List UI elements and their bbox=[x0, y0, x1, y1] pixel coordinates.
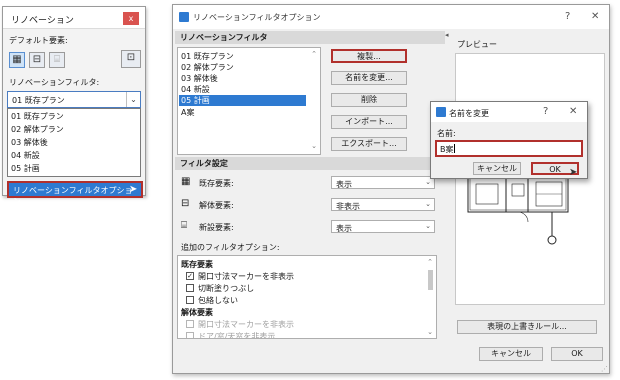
existing-group-header: 既存要素 bbox=[181, 260, 213, 269]
chevron-down-icon[interactable]: ⌄ bbox=[126, 92, 140, 107]
renovation-palette: リノベーション x デフォルト要素: ▦ ⊟ ⌸ ⊡ リノベーションフィルタ: … bbox=[2, 6, 146, 206]
existing-elements-icon[interactable]: ▦ bbox=[9, 52, 25, 68]
rename-titlebar: 名前を変更 ? ✕ bbox=[431, 102, 587, 122]
export-button[interactable]: エクスポート... bbox=[331, 137, 407, 151]
override-rules-button[interactable]: 表現の上書きルール... bbox=[457, 320, 597, 334]
palette-close-button[interactable]: x bbox=[123, 12, 139, 25]
renovation-filter-options-dialog: リノベーションフィルタオプション ? ✕ リノベーションフィルタ 01 既存プラ… bbox=[172, 4, 610, 374]
scroll-down-icon[interactable]: ⌄ bbox=[311, 142, 317, 150]
name-label: 名前: bbox=[437, 129, 456, 138]
demolished-elements-icon[interactable]: ⊟ bbox=[29, 52, 45, 68]
chevron-down-icon: ⌄ bbox=[425, 200, 431, 208]
new-elements-value: 表示 bbox=[336, 224, 352, 233]
delete-button[interactable]: 削除 bbox=[331, 93, 407, 107]
duplicate-button[interactable]: 複製... bbox=[331, 49, 407, 63]
filter-settings-header: フィルタ設定 bbox=[175, 157, 445, 170]
list-item[interactable]: 03 解体後 bbox=[181, 73, 218, 84]
new-elements-label: 新設要素: bbox=[199, 223, 234, 232]
option-label: 切断塗りつぶし bbox=[198, 284, 255, 293]
import-button[interactable]: インポート... bbox=[331, 115, 407, 129]
default-elements-label: デフォルト要素: bbox=[9, 36, 68, 45]
option-label: 開口寸法マーカーを非表示 bbox=[198, 272, 294, 281]
option-label: ドア/窓/天窓を非表示 bbox=[198, 332, 276, 339]
scroll-up-icon[interactable]: ⌃ bbox=[311, 50, 317, 58]
scroll-up-icon[interactable]: ⌃ bbox=[427, 258, 433, 266]
ok-button[interactable]: OK bbox=[551, 347, 603, 361]
preview-pane bbox=[455, 53, 605, 305]
name-input-value: B案 bbox=[440, 145, 454, 154]
existing-elements-label: 既存要素: bbox=[199, 179, 234, 188]
dropdown-item[interactable]: 03 解体後 bbox=[11, 137, 48, 148]
rename-cancel-button[interactable]: キャンセル bbox=[473, 162, 521, 175]
app-icon bbox=[436, 107, 446, 117]
close-button[interactable]: ✕ bbox=[591, 11, 599, 22]
dropdown-item[interactable]: 04 新設 bbox=[11, 150, 40, 161]
existing-elements-value: 表示 bbox=[336, 180, 352, 189]
close-button[interactable]: ✕ bbox=[569, 106, 577, 117]
palette-settings-icon[interactable]: ⊡ bbox=[121, 50, 141, 68]
help-button[interactable]: ? bbox=[543, 106, 548, 117]
dialog-titlebar: リノベーションフィルタオプション ? ✕ bbox=[173, 5, 609, 29]
dropdown-item[interactable]: 05 計画 bbox=[11, 163, 40, 174]
help-button[interactable]: ? bbox=[565, 11, 570, 22]
preview-label: プレビュー bbox=[457, 40, 497, 49]
name-input[interactable]: B案 bbox=[435, 140, 583, 157]
demolished-group-header: 解体要素 bbox=[181, 308, 213, 317]
demolished-elements-label: 解体要素: bbox=[199, 201, 234, 210]
rename-title: 名前を変更 bbox=[449, 109, 489, 118]
checkbox[interactable] bbox=[186, 296, 194, 304]
scrollbar-thumb[interactable] bbox=[428, 270, 433, 290]
option-label: 包絡しない bbox=[198, 296, 238, 305]
rename-button[interactable]: 名前を変更... bbox=[331, 71, 407, 85]
filter-section-header: リノベーションフィルタ bbox=[175, 31, 445, 44]
text-caret bbox=[454, 144, 455, 153]
new-elements-icon[interactable]: ⌸ bbox=[49, 52, 65, 68]
list-item[interactable]: A案 bbox=[181, 107, 194, 118]
mouse-cursor-icon: ➤ bbox=[569, 167, 578, 178]
chevron-down-icon: ⌄ bbox=[425, 222, 431, 230]
checkbox[interactable] bbox=[186, 284, 194, 292]
renovation-filter-select[interactable]: 01 既存プラン ⌄ bbox=[7, 91, 141, 108]
dropdown-item[interactable]: 01 既存プラン bbox=[11, 111, 64, 122]
rename-dialog: 名前を変更 ? ✕ 名前: B案 キャンセル OK ➤ bbox=[430, 101, 588, 179]
list-item[interactable]: 02 解体プラン bbox=[181, 62, 234, 73]
demolished-elements-select[interactable]: 非表示 ⌄ bbox=[331, 198, 435, 211]
list-item[interactable]: 01 既存プラン bbox=[181, 51, 234, 62]
checkbox[interactable] bbox=[186, 332, 194, 338]
demolished-elements-value: 非表示 bbox=[336, 202, 360, 211]
additional-options-list[interactable]: 既存要素 ✓ 開口寸法マーカーを非表示 切断塗りつぶし 包絡しない 解体要素 開… bbox=[177, 255, 437, 339]
renovation-filter-options-item[interactable]: リノベーションフィルタオプション... ➤ bbox=[7, 181, 143, 206]
cancel-button[interactable]: キャンセル bbox=[479, 347, 543, 361]
scroll-down-icon[interactable]: ⌄ bbox=[427, 328, 433, 336]
renovation-filter-value: 01 既存プラン bbox=[12, 96, 65, 105]
checkbox[interactable] bbox=[186, 320, 194, 328]
chevron-down-icon: ⌄ bbox=[425, 178, 431, 186]
checkbox-checked[interactable]: ✓ bbox=[186, 272, 194, 280]
additional-options-label: 追加のフィルタオプション: bbox=[181, 243, 280, 252]
resize-grip-icon[interactable]: ⋰ bbox=[601, 365, 608, 373]
palette-titlebar: リノベーション x bbox=[3, 7, 145, 29]
option-label: 開口寸法マーカーを非表示 bbox=[198, 320, 294, 329]
renovation-filter-options-label: リノベーションフィルタオプション... bbox=[13, 186, 133, 206]
app-icon bbox=[179, 12, 189, 22]
existing-elements-icon: ▦ bbox=[181, 176, 191, 187]
new-elements-icon: ⌸ bbox=[181, 220, 187, 231]
mouse-cursor-icon: ➤ bbox=[129, 184, 138, 195]
collapse-arrow-icon[interactable]: ◂ bbox=[445, 31, 449, 39]
list-item-selected[interactable]: 05 計画 bbox=[179, 95, 306, 106]
renovation-filter-label: リノベーションフィルタ: bbox=[9, 78, 100, 87]
dropdown-item[interactable]: 02 解体プラン bbox=[11, 124, 64, 135]
list-item[interactable]: 04 新設 bbox=[181, 84, 210, 95]
palette-title: リノベーション bbox=[11, 16, 74, 26]
preview-floorplan bbox=[467, 157, 569, 245]
filter-list[interactable]: 01 既存プラン 02 解体プラン 03 解体後 04 新設 05 計画 A案 … bbox=[177, 47, 321, 155]
demolished-elements-icon: ⊟ bbox=[181, 198, 190, 209]
renovation-filter-dropdown: 01 既存プラン 02 解体プラン 03 解体後 04 新設 05 計画 bbox=[7, 108, 141, 177]
existing-elements-select[interactable]: 表示 ⌄ bbox=[331, 176, 435, 189]
dialog-title: リノベーションフィルタオプション bbox=[193, 13, 321, 22]
new-elements-select[interactable]: 表示 ⌄ bbox=[331, 220, 435, 233]
